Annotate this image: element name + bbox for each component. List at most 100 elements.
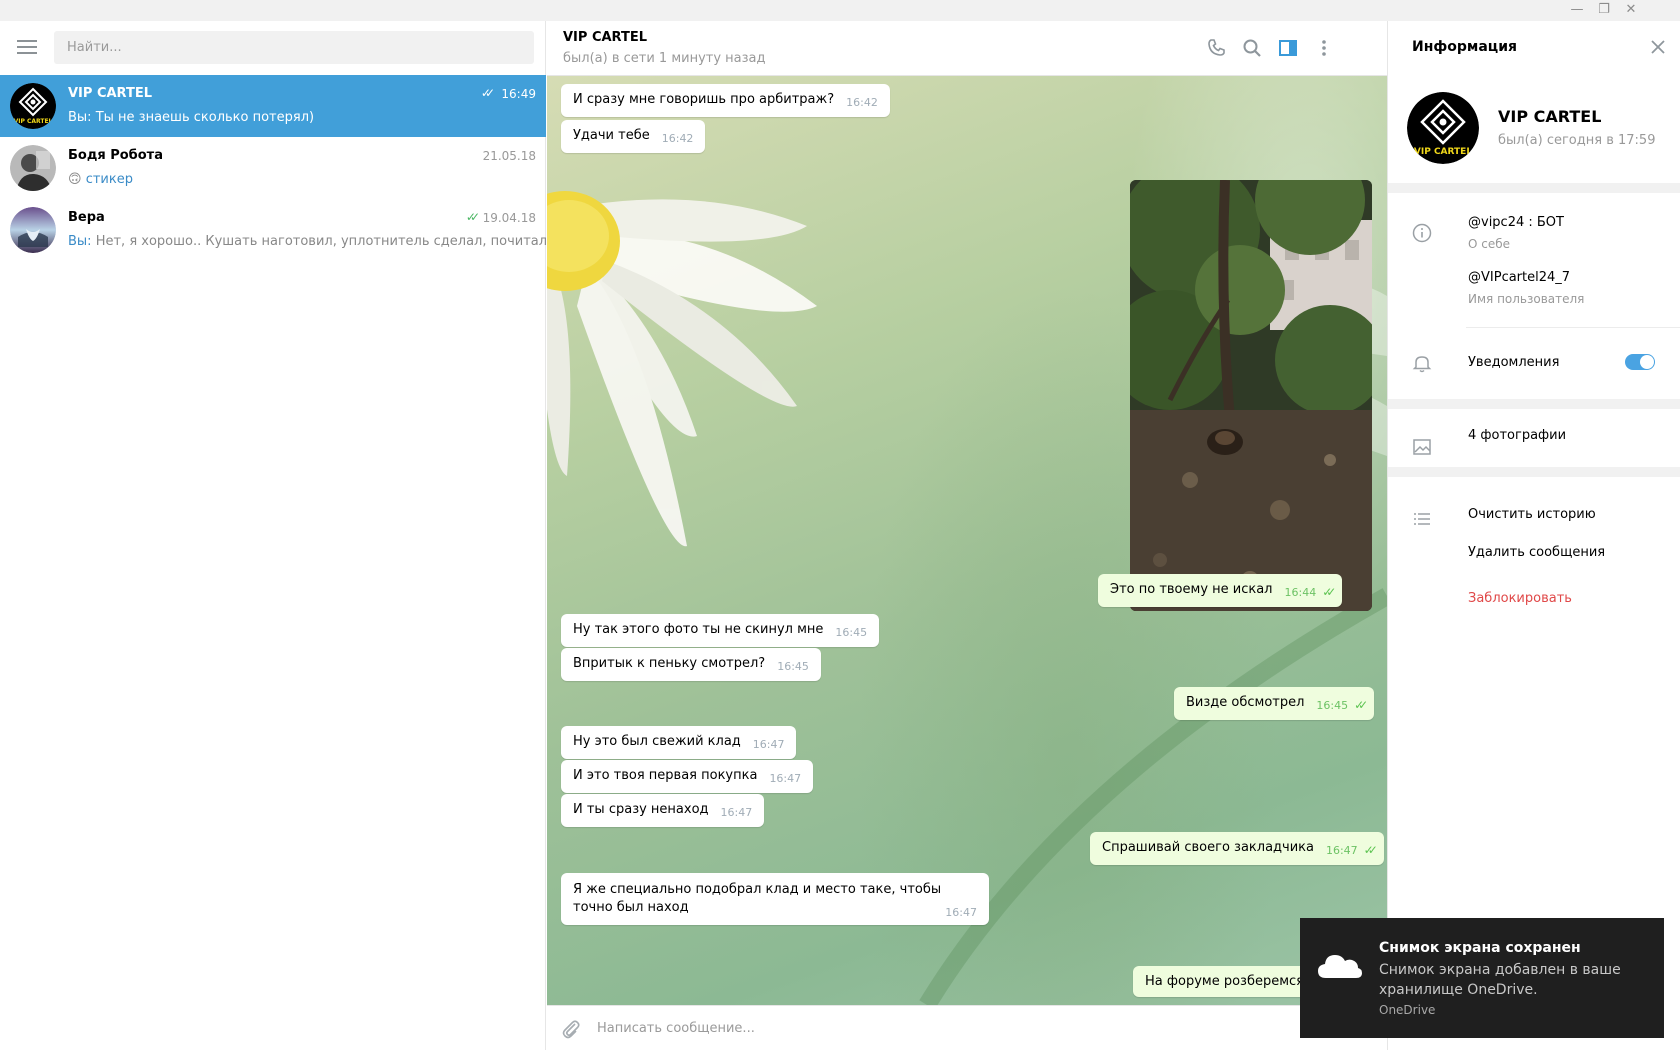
message-input[interactable] [597,1016,1197,1041]
read-ticks-icon: ✓✓ [1363,843,1378,857]
message-text: Я же специально подобрал клад и место та… [573,882,942,915]
info-panel: Информация VIP CARTEL VIP CARTEL был(а) … [1387,21,1680,1050]
sidebar-toggle-icon[interactable] [1275,35,1301,61]
profile-status: был(а) сегодня в 17:59 [1498,133,1656,148]
dialog-item-vip-cartel[interactable]: VIP CARTEL VIP CARTEL ✓✓ 16:49 Вы: Ты не… [0,75,546,137]
message-time: 16:47 [1325,844,1358,857]
dialog-preview: 🙃 стикер [68,172,133,187]
message-time: 16:45 [777,660,809,673]
dialog-item-vera[interactable]: Вера ✓✓ 19.04.18 Вы: Нет, я хорошо.. Куш… [0,199,547,261]
dialog-preview-prefix: Вы: [68,234,96,249]
read-ticks-icon: ✓✓ [465,210,480,224]
message-incoming[interactable]: И ты сразу ненаход 16:47 [561,794,765,827]
read-ticks-icon: ✓✓ [1354,698,1368,712]
message-text: Спрашивай своего закладчика [1102,840,1314,855]
message-incoming[interactable]: Я же специально подобрал клад и место та… [561,873,989,925]
message-outgoing[interactable]: Спрашивай своего закладчика 16:47 ✓✓ [1090,832,1384,865]
close-window-button[interactable]: ✕ [1621,2,1641,18]
close-icon[interactable] [1648,37,1668,57]
message-text: Это по твоему не искал [1110,582,1273,597]
dialog-name: Бодя Робота [68,148,163,163]
cloud-icon [1318,955,1362,978]
message-text: Ну это был свежий клад [573,734,741,749]
message-text: Визде обсмотрел [1186,695,1305,710]
dialog-preview: Вы: Нет, я хорошо.. Кушать наготовил, уп… [68,234,547,249]
dialog-preview: Вы: Ты не знаешь сколько потерял) [68,110,314,125]
attach-icon[interactable] [559,1017,583,1041]
bio-value[interactable]: @vipc24 : БОТ [1468,215,1564,230]
screenshot-saved-toast[interactable]: Снимок экрана сохранен Снимок экрана доб… [1300,918,1664,1038]
delete-messages-button[interactable]: Удалить сообщения [1468,545,1605,560]
sticker-emoji: 🙃 [68,172,82,187]
divider [1466,327,1680,328]
avatar-logo-text: VIP CARTEL [14,118,53,125]
profile-name: VIP CARTEL [1498,107,1602,126]
restore-button[interactable]: ❐ [1594,2,1614,18]
search-icon[interactable] [1239,35,1265,61]
chat-header: VIP CARTEL был(а) в сети 1 минуту назад [547,21,1387,76]
avatar: VIP CARTEL [10,83,56,129]
notifications-toggle[interactable] [1625,354,1655,370]
message-photo[interactable] [1130,180,1372,611]
message-outgoing[interactable]: Это по твоему не искал 16:44 ✓✓ [1098,574,1343,607]
dialog-preview-prefix: Вы: [68,110,96,125]
window-title-bar: — ❐ ✕ [0,0,1680,21]
message-text: И ты сразу ненаход [573,802,709,817]
toast-source: OneDrive [1379,1003,1436,1017]
clear-history-button[interactable]: Очистить историю [1468,507,1596,522]
message-text: Впритык к пеньку смотрел? [573,656,766,671]
message-text: Ну так этого фото ты не скинул мне [573,622,824,637]
message-incoming[interactable]: Удачи тебе 16:42 [561,120,706,153]
read-ticks-icon: ✓✓ [480,86,495,100]
dialog-time: 19.04.18 [482,211,536,225]
dialog-name: Вера [68,210,105,225]
chat-title[interactable]: VIP CARTEL [563,30,647,45]
divider [1388,399,1680,409]
avatar [10,207,56,253]
read-ticks-icon: ✓✓ [1322,585,1336,599]
message-text: Удачи тебе [573,128,650,143]
message-time: 16:47 [769,772,802,785]
info-title: Информация [1412,39,1517,55]
dialog-name: VIP CARTEL [68,86,153,101]
message-outgoing[interactable]: Визде обсмотрел 16:45 ✓✓ [1174,687,1375,720]
list-icon [1414,513,1430,525]
message-incoming[interactable]: Ну так этого фото ты не скинул мне 16:45 [561,614,880,647]
divider [1388,467,1680,477]
shared-photos-link[interactable]: 4 фотографии [1468,428,1566,443]
chat-status: был(а) в сети 1 минуту назад [563,51,766,66]
message-time: 16:44 [1284,586,1317,599]
dialog-preview-text: стикер [85,172,133,187]
dialog-time: 21.05.18 [482,149,536,163]
message-incoming[interactable]: И это твоя первая покупка 16:47 [561,760,814,793]
notifications-label: Уведомления [1468,355,1560,370]
bell-icon [1412,356,1432,373]
search-input[interactable] [54,31,534,64]
avatar-logo-text: VIP CARTEL [1414,147,1472,157]
minimize-button[interactable]: — [1567,2,1587,18]
sidebar-header [0,21,546,75]
block-user-button[interactable]: Заблокировать [1468,591,1572,606]
menu-icon[interactable] [17,40,37,54]
message-time: 16:45 [1316,699,1349,712]
dialog-item-bodya-robota[interactable]: Бодя Робота 21.05.18 🙃 стикер [0,137,546,199]
message-incoming[interactable]: И сразу мне говоришь про арбитраж? 16:42 [561,84,890,117]
divider [1388,183,1680,193]
avatar [10,145,56,191]
toast-body: Снимок экрана добавлен в ваше хранилище … [1379,962,1621,998]
message-time: 16:47 [720,806,753,819]
message-incoming[interactable]: Впритык к пеньку смотрел? 16:45 [561,648,821,681]
message-text: На форуме розберемся [1145,974,1304,989]
username-label: Имя пользователя [1468,292,1585,306]
message-incoming[interactable]: Ну это был свежий клад 16:47 [561,726,797,759]
toast-title: Снимок экрана сохранен [1379,940,1581,956]
phone-icon[interactable] [1203,35,1229,61]
username-value[interactable]: @VIPcartel24_7 [1468,270,1570,285]
message-time: 16:47 [752,738,785,751]
profile-avatar[interactable]: VIP CARTEL [1407,92,1479,164]
message-history[interactable]: И сразу мне говоришь про арбитраж? 16:42 … [547,76,1387,1005]
dialog-time: 16:49 [501,87,536,101]
message-time: 16:42 [846,96,878,109]
more-options-icon[interactable] [1311,35,1337,61]
message-text: И сразу мне говоришь про арбитраж? [573,92,835,107]
